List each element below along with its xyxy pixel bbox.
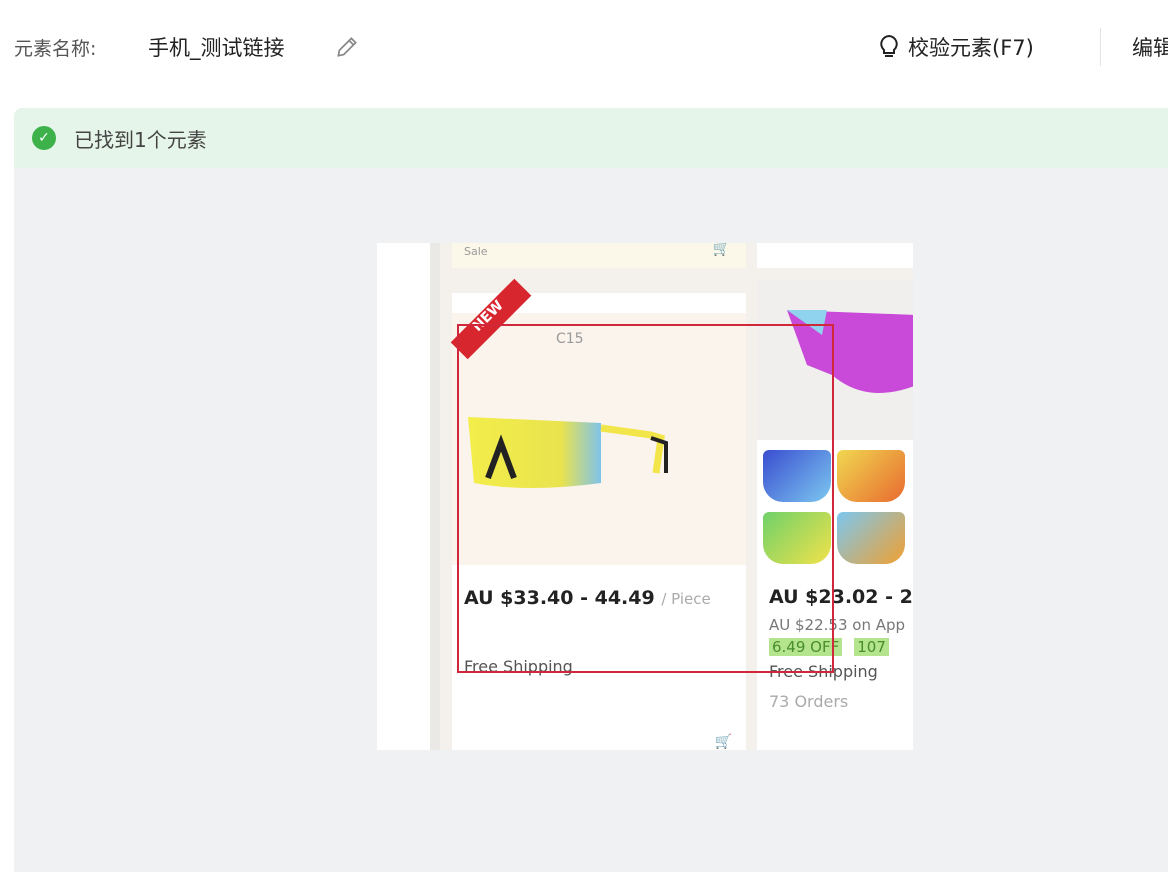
toolbar-divider	[1100, 28, 1101, 66]
cart-icon: 🛒	[712, 243, 730, 257]
top-card: Sale 🛒	[452, 243, 746, 268]
promo-tag: 107	[854, 638, 889, 656]
element-name-label: 元素名称:	[14, 38, 97, 60]
add-to-cart-icon[interactable]: 🛒	[715, 734, 732, 750]
verify-element-button[interactable]: 校验元素(F7)	[878, 32, 1034, 62]
matched-element-highlight	[457, 324, 834, 673]
orders-count: 73 Orders	[769, 692, 849, 711]
element-name-value: 手机_测试链接	[148, 36, 285, 60]
check-circle-icon: ✓	[32, 126, 56, 150]
status-banner: ✓ 已找到1个元素	[14, 108, 1168, 168]
edit-element-button[interactable]: 编辑	[1132, 32, 1168, 62]
verify-element-label: 校验元素(F7)	[908, 36, 1034, 60]
lightbulb-icon	[880, 34, 898, 57]
variant-thumb	[837, 512, 905, 564]
variant-thumb	[837, 450, 905, 502]
status-message: 已找到1个元素	[74, 127, 207, 152]
sale-text: Sale	[464, 245, 488, 258]
edit-name-pencil-icon[interactable]	[334, 34, 360, 60]
